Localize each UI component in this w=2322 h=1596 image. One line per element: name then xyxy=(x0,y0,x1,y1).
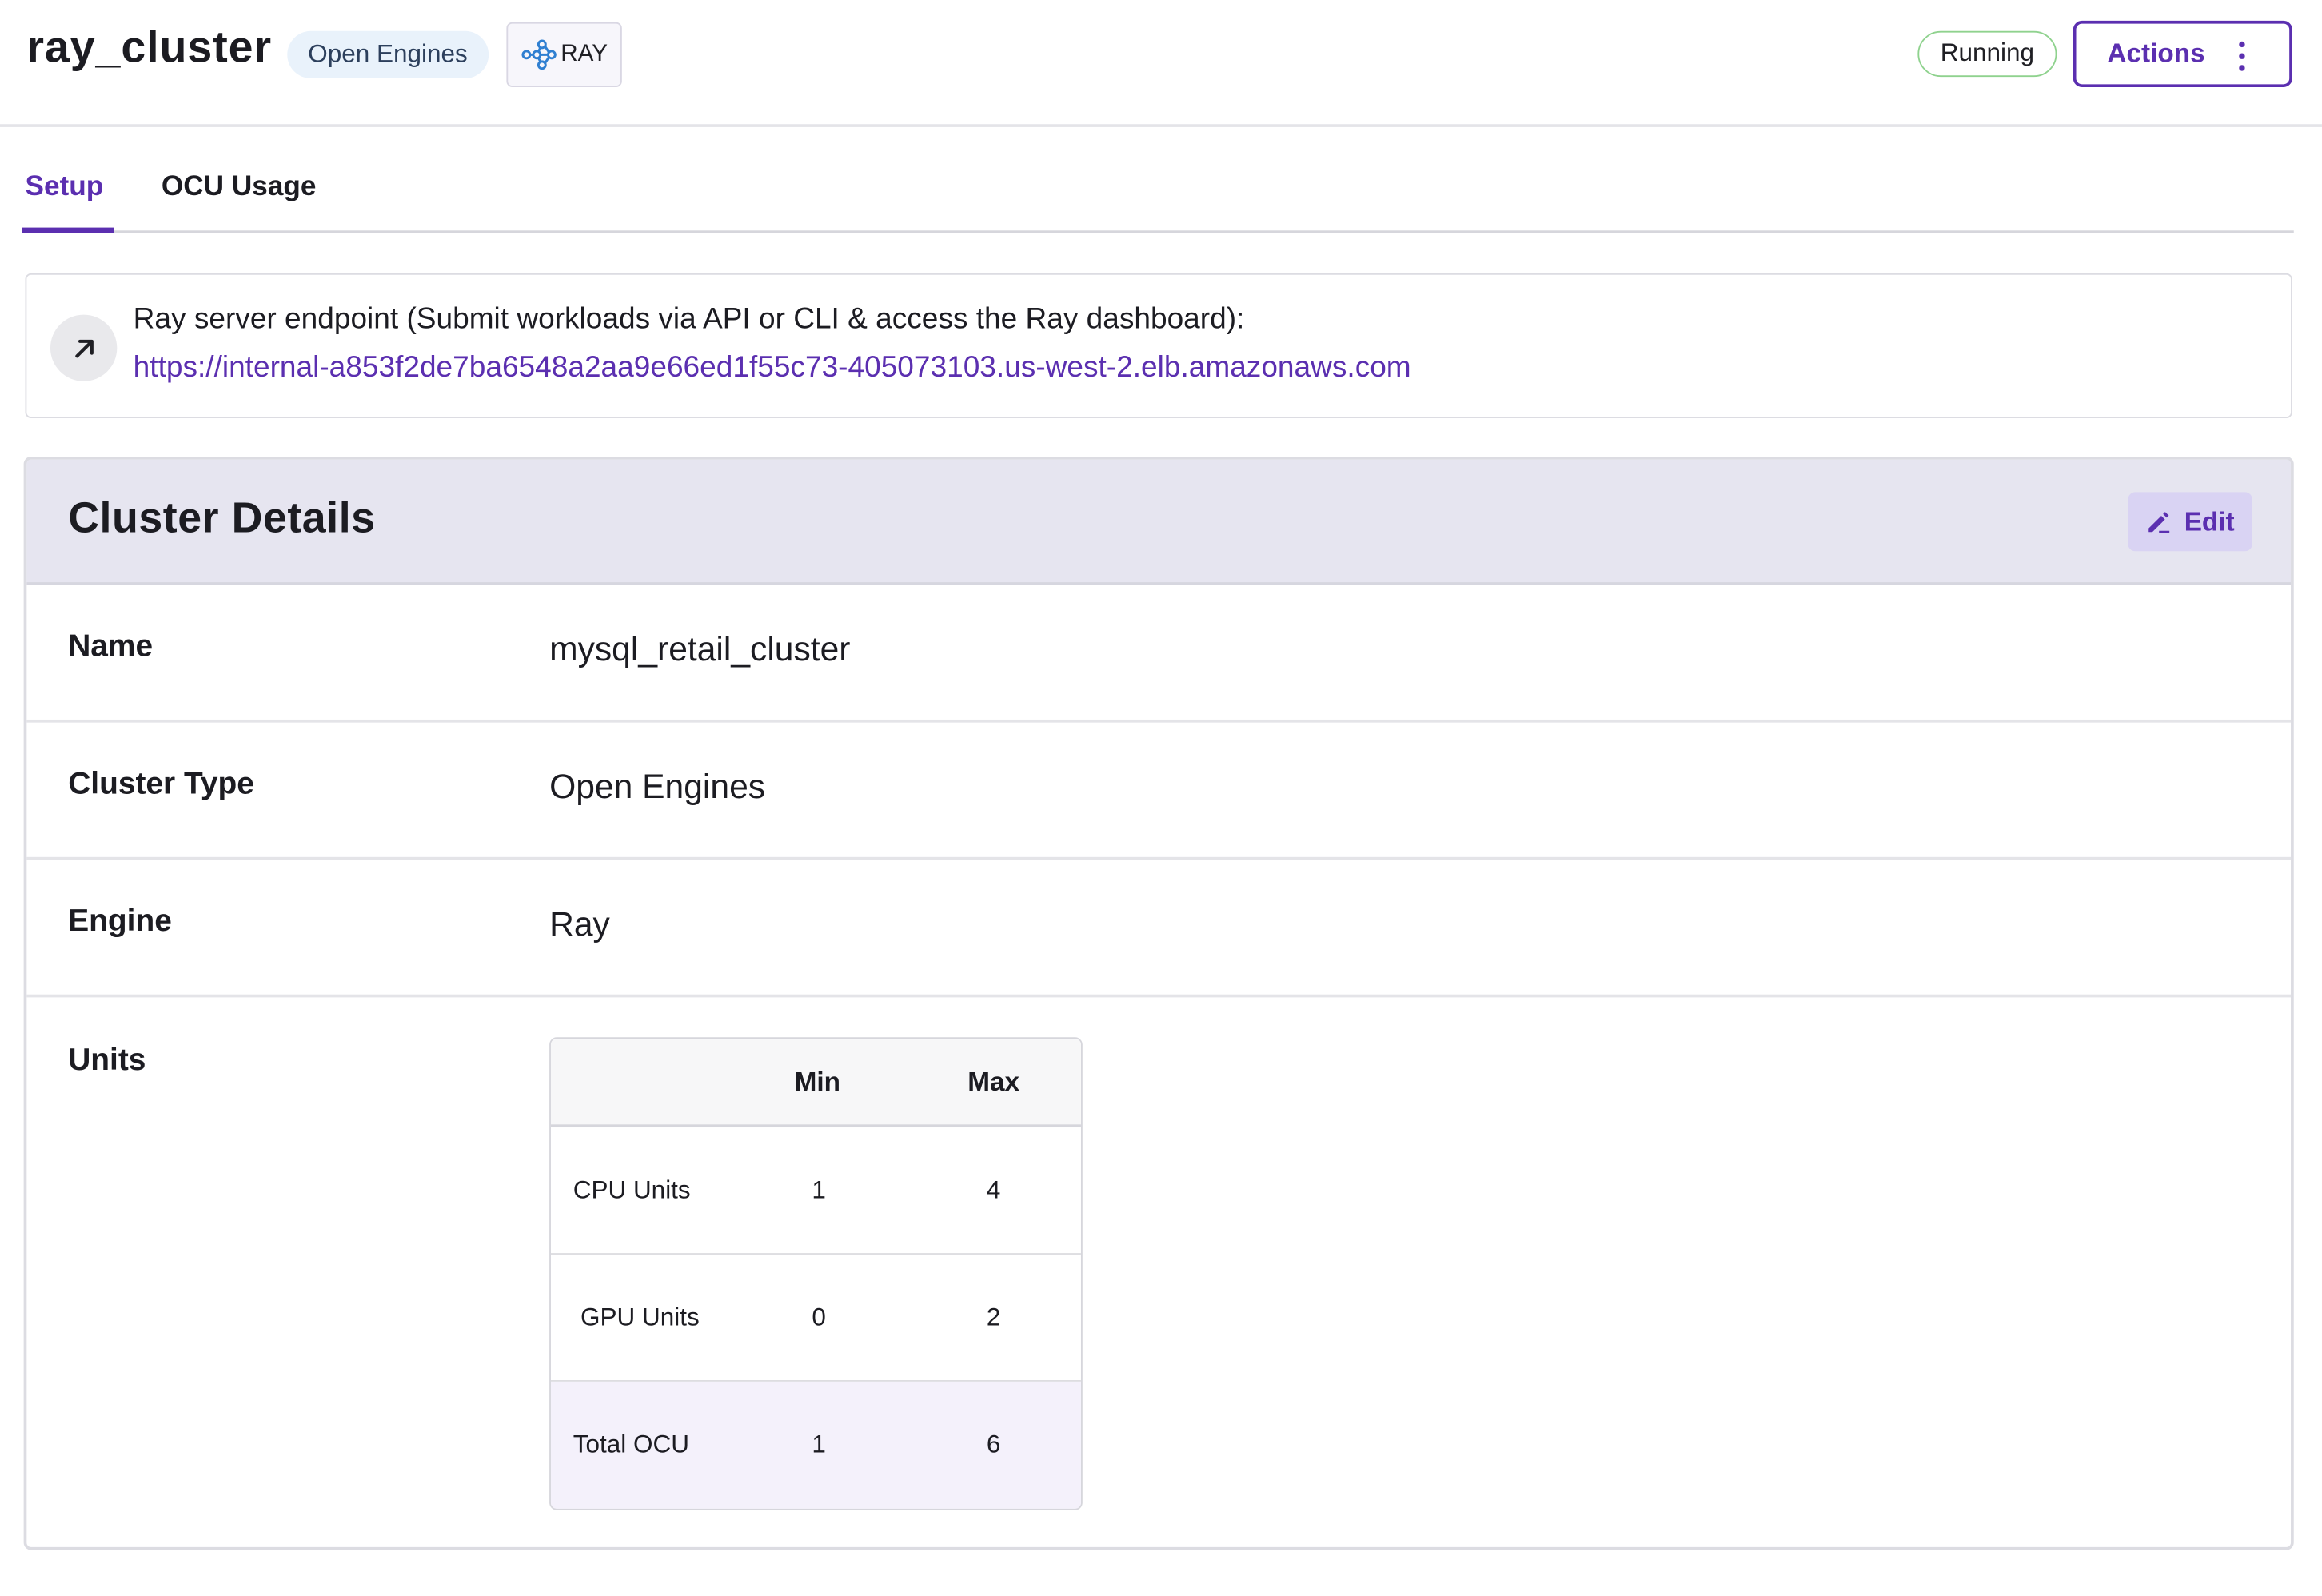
units-row-max: 4 xyxy=(986,1176,1001,1205)
edit-button[interactable]: Edit xyxy=(2128,492,2252,552)
units-table-header: Min Max xyxy=(550,1039,1081,1128)
units-row-min: 0 xyxy=(812,1303,826,1332)
status-badge: Running xyxy=(1917,30,2057,78)
units-header-min: Min xyxy=(794,1067,841,1097)
endpoint-label: Ray server endpoint (Submit workloads vi… xyxy=(133,302,1245,336)
detail-value-engine: Ray xyxy=(549,904,610,944)
endpoint-url-link[interactable]: https://internal-a853f2de7ba6548a2aa9e66… xyxy=(134,352,1411,386)
active-tab-indicator xyxy=(22,227,114,233)
table-row: GPU Units 0 2 xyxy=(550,1255,1081,1382)
tab-setup[interactable]: Setup xyxy=(25,171,103,204)
units-row-label: Total OCU xyxy=(573,1430,689,1458)
tab-ocu-usage[interactable]: OCU Usage xyxy=(162,171,317,204)
units-row-min: 1 xyxy=(812,1176,826,1205)
units-header-max: Max xyxy=(967,1067,1020,1097)
detail-row-name: Name mysql_retail_cluster xyxy=(26,585,2292,723)
arrow-up-right-icon xyxy=(50,314,118,381)
detail-label-cluster-type: Cluster Type xyxy=(68,767,254,801)
edit-label: Edit xyxy=(2184,505,2235,536)
detail-label-name: Name xyxy=(68,629,154,664)
pencil-icon xyxy=(2148,512,2170,533)
detail-value-name: mysql_retail_cluster xyxy=(549,629,851,668)
table-row-total: Total OCU 1 6 xyxy=(550,1381,1081,1509)
detail-row-engine: Engine Ray xyxy=(26,860,2292,998)
detail-label-engine: Engine xyxy=(68,904,172,939)
actions-label: Actions xyxy=(2107,38,2205,69)
units-row-max: 2 xyxy=(986,1303,1001,1332)
detail-row-cluster-type: Cluster Type Open Engines xyxy=(26,723,2292,860)
actions-button[interactable]: Actions xyxy=(2073,20,2292,88)
detail-row-units: Units Min Max CPU Units 1 4 GPU Units 0 … xyxy=(26,997,2291,1546)
page-title: ray_cluster xyxy=(26,23,273,73)
units-row-label: CPU Units xyxy=(573,1176,691,1205)
cluster-details-header: Cluster Details Edit xyxy=(26,459,2292,585)
ray-graph-icon xyxy=(521,39,557,70)
units-row-max: 6 xyxy=(986,1430,1001,1458)
cluster-type-badge: Open Engines xyxy=(287,30,489,78)
engine-badge-label: RAY xyxy=(561,41,608,67)
units-table: Min Max CPU Units 1 4 GPU Units 0 2 Tota… xyxy=(549,1037,1083,1510)
units-row-min: 1 xyxy=(812,1430,826,1458)
endpoint-panel: Ray server endpoint (Submit workloads vi… xyxy=(25,273,2292,418)
page-header: ray_cluster Open Engines RAY Running Act… xyxy=(0,0,2322,127)
units-row-label: GPU Units xyxy=(580,1303,700,1332)
cluster-details-card: Cluster Details Edit Name mysql_retail_c… xyxy=(23,457,2294,1550)
kebab-menu-icon xyxy=(2239,41,2245,71)
cluster-details-title: Cluster Details xyxy=(68,495,376,543)
table-row: CPU Units 1 4 xyxy=(550,1127,1081,1255)
engine-badge: RAY xyxy=(506,22,622,88)
detail-label-units: Units xyxy=(68,1043,146,1078)
cluster-page: ray_cluster Open Engines RAY Running Act… xyxy=(0,0,2322,1596)
detail-value-cluster-type: Open Engines xyxy=(549,767,766,806)
tab-bar: Setup OCU Usage xyxy=(22,157,2294,233)
